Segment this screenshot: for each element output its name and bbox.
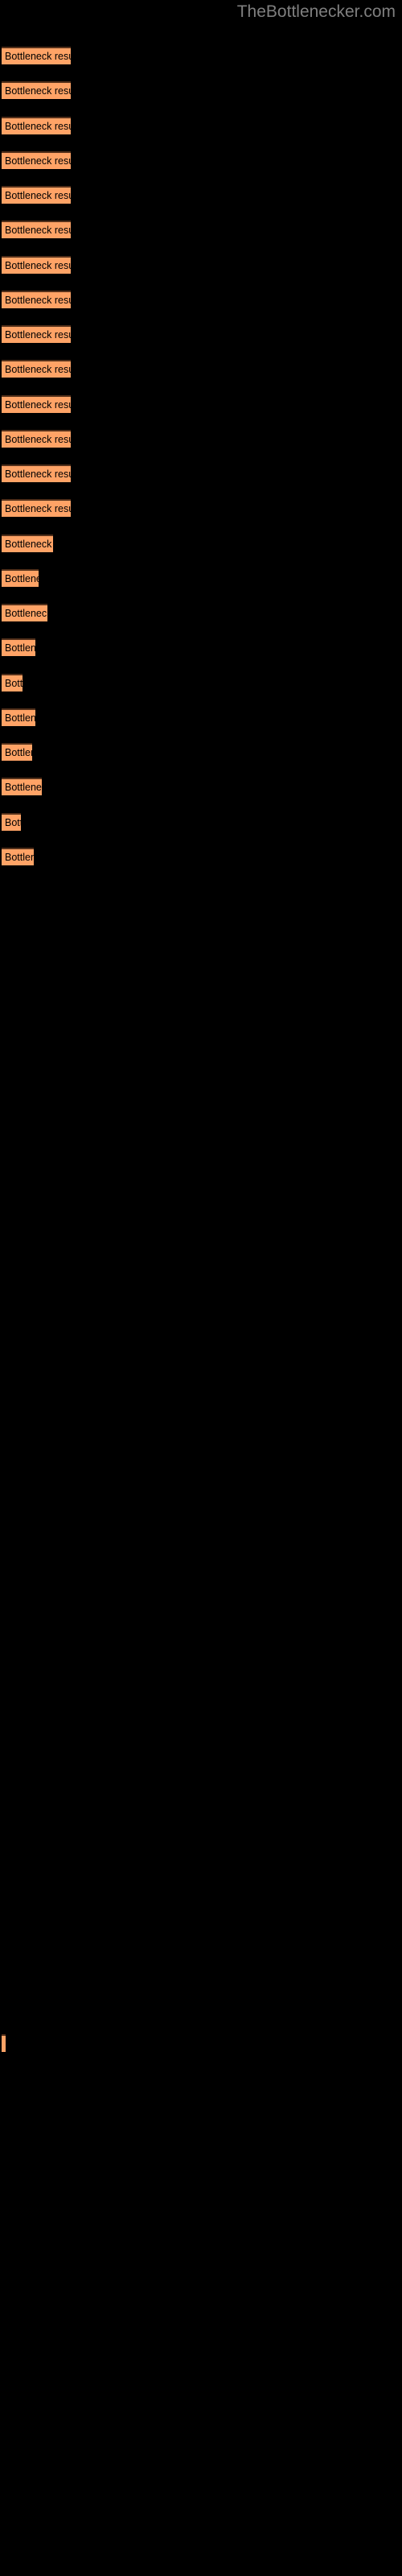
bar-label: Bottleneck result	[5, 712, 35, 724]
bar-label: Bottleneck result	[5, 573, 39, 584]
bar-row[interactable]: Bottleneck result	[2, 81, 71, 99]
bar-row[interactable]: Bottleneck result	[2, 256, 71, 274]
bar-row[interactable]: Bottleneck result	[2, 813, 21, 831]
bar-label: Bottleneck result	[5, 260, 71, 271]
bar-row[interactable]: Bottleneck result	[2, 499, 71, 517]
bar-label: Bottleneck result	[5, 817, 21, 828]
bar-label: Bottleneck result	[5, 469, 71, 480]
bar-label: Bottleneck result	[5, 190, 71, 201]
bar-row[interactable]: Bottleneck result	[2, 186, 71, 204]
bar-row[interactable]: Bottleneck result	[2, 604, 47, 621]
bar-label: Bottleneck result	[5, 434, 71, 445]
bar-label: Bottleneck result	[5, 85, 71, 97]
bar-row[interactable]: Bottleneck result	[2, 638, 35, 656]
bar-label: Bottleneck result	[5, 782, 42, 793]
bottleneck-bar-chart: Bottleneck result Bottleneck result Bottle…	[0, 0, 402, 2576]
bar-label: Bottleneck result	[5, 225, 71, 236]
bar-row[interactable]: Bottleneck result	[2, 778, 42, 795]
bar-row[interactable]: Bottleneck result	[2, 325, 71, 343]
bar-row[interactable]: Bottleneck result	[2, 430, 71, 448]
bar-row[interactable]: Bottleneck result	[2, 47, 71, 64]
bar-row[interactable]: Bottleneck result	[2, 395, 71, 413]
bar-label: Bottleneck result	[5, 503, 71, 514]
bar-label: Bottleneck result	[5, 678, 23, 689]
bar-label: Bottleneck result	[5, 155, 71, 167]
bar-row[interactable]: Bottleneck result	[2, 151, 71, 169]
bar-row[interactable]: Bottleneck result	[2, 569, 39, 587]
bar-row[interactable]: Bottleneck result	[2, 743, 32, 761]
bar-row[interactable]: Bottleneck result	[2, 2034, 6, 2052]
bar-label: Bottleneck result	[5, 2037, 6, 2052]
bar-row[interactable]: Bottleneck result	[2, 535, 53, 552]
bar-row[interactable]: Bottleneck result	[2, 221, 71, 238]
bar-label: Bottleneck result	[5, 747, 32, 758]
bar-row[interactable]: Bottleneck result	[2, 674, 23, 691]
bar-label: Bottleneck result	[5, 399, 71, 411]
bar-row[interactable]: Bottleneck result	[2, 708, 35, 726]
bar-row[interactable]: Bottleneck result	[2, 117, 71, 134]
bar-label: Bottleneck result	[5, 51, 71, 62]
bar-label: Bottleneck result	[5, 539, 53, 550]
bar-row[interactable]: Bottleneck result	[2, 291, 71, 308]
bar-label: Bottleneck result	[5, 295, 71, 306]
bar-label: Bottleneck result	[5, 121, 71, 132]
bar-label: Bottleneck result	[5, 364, 71, 375]
bar-label: Bottleneck result	[5, 608, 47, 619]
bar-label: Bottleneck result	[5, 852, 34, 863]
bar-label: Bottleneck result	[5, 329, 71, 341]
bar-row[interactable]: Bottleneck result	[2, 464, 71, 482]
bar-row[interactable]: Bottleneck result	[2, 848, 34, 865]
bar-row[interactable]: Bottleneck result	[2, 360, 71, 378]
bar-label: Bottleneck result	[5, 642, 35, 654]
